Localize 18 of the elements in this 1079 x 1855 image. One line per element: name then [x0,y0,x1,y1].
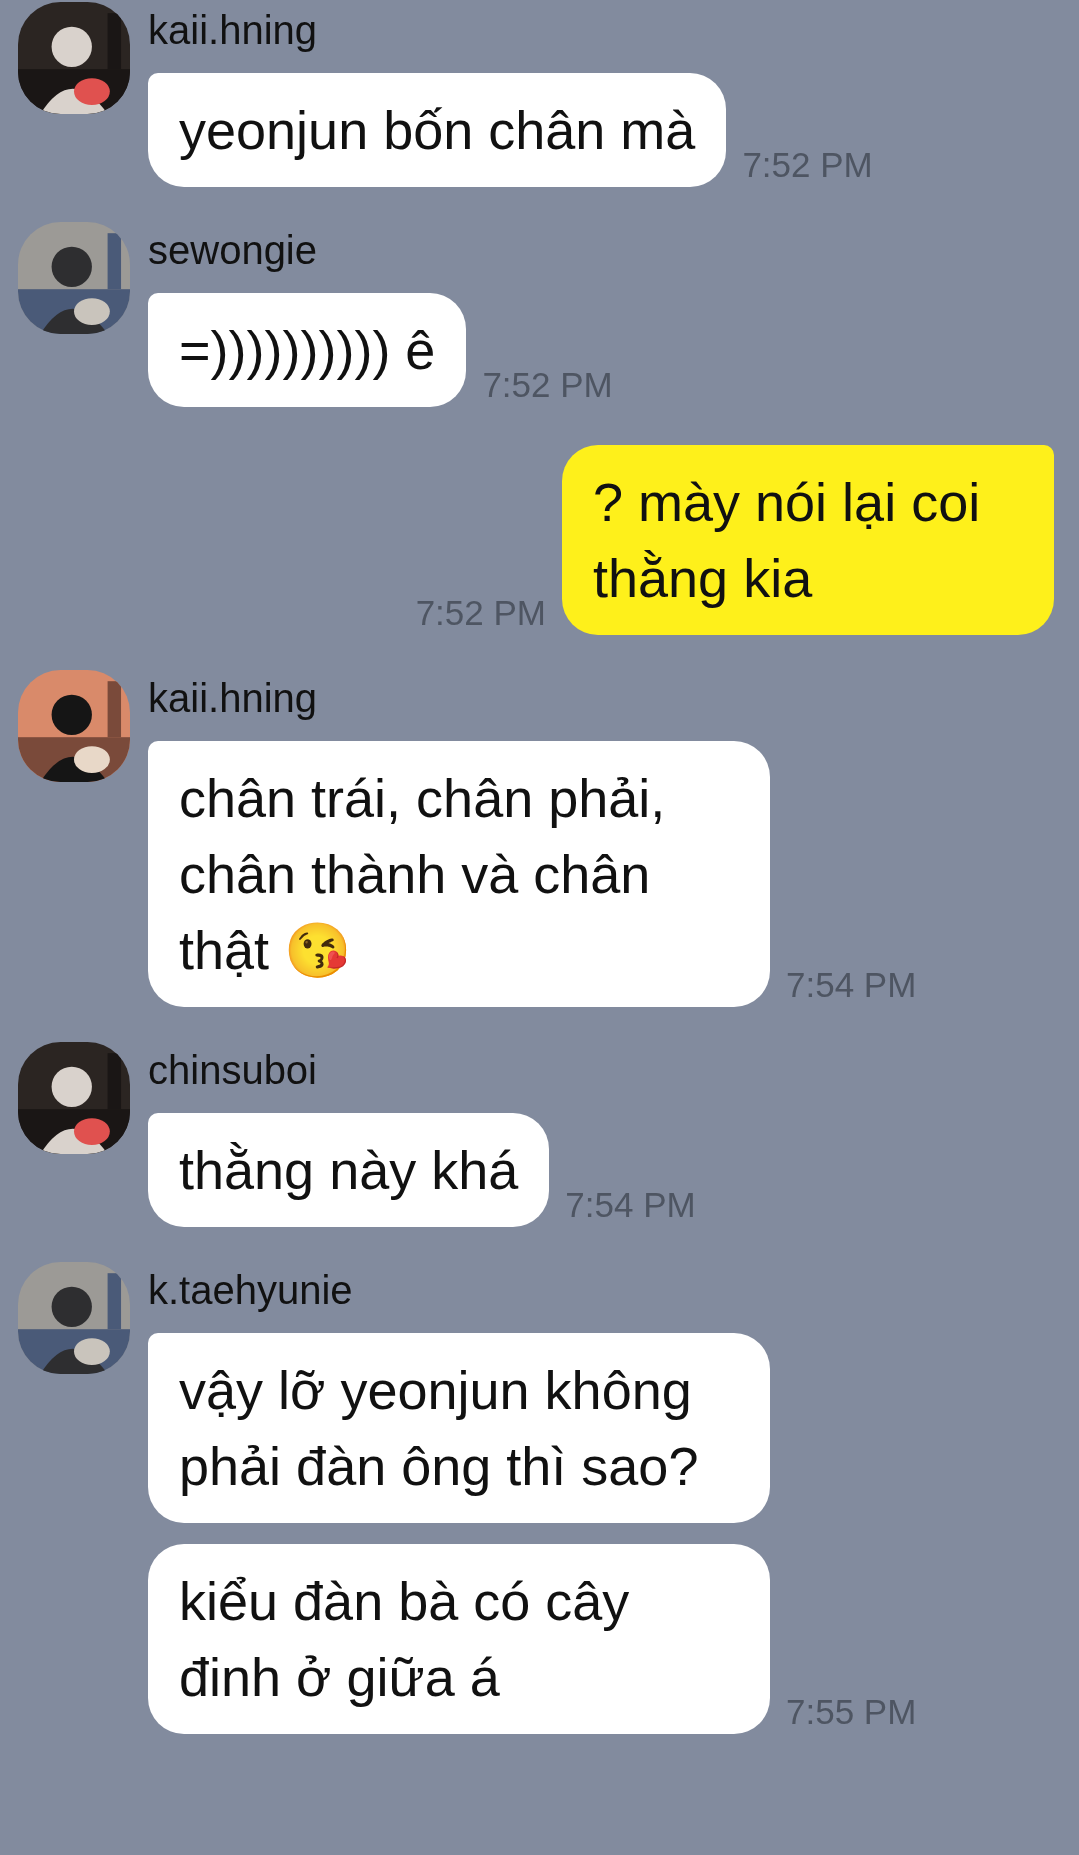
timestamp: 7:55 PM [786,1692,917,1733]
timestamp: 7:52 PM [482,365,613,406]
message-bubble: =)))))))))) ê [148,293,467,407]
sender-name: k.taehyunie [148,1267,354,1314]
message-bubble: ? mày nói lại coi thằng kia [562,445,1054,635]
message-bubble: thằng này khá [148,1113,550,1227]
message-bubble: kiểu đàn bà có cây đinh ở giữa á [148,1544,770,1734]
message-bubble: yeonjun bốn chân mà [148,73,727,187]
timestamp: 7:52 PM [415,593,546,634]
sender-name: sewongie [148,227,318,274]
sender-name: kaii.hning [148,675,318,722]
timestamp: 7:52 PM [742,145,873,186]
sender-name: chinsuboi [148,1047,318,1094]
message-bubble: vậy lỡ yeonjun không phải đàn ông thì sao? [148,1333,770,1523]
message-bubble: chân trái, chân phải, chân thành và chân thật 😘 [148,741,770,1007]
timestamp: 7:54 PM [786,965,917,1006]
sender-name: kaii.hning [148,7,318,54]
timestamp: 7:54 PM [565,1185,696,1226]
